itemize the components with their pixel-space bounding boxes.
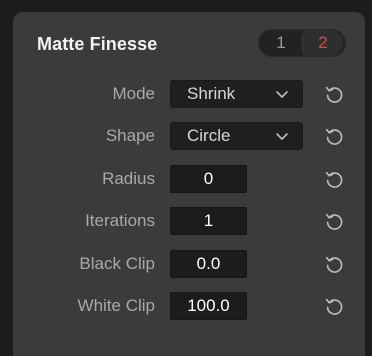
radius-label: Radius <box>102 169 155 188</box>
iterations-field[interactable]: 1 <box>170 207 247 235</box>
iterations-row: Iterations 1 <box>13 207 365 235</box>
page-switch: 1 2 <box>258 29 346 57</box>
black-clip-field[interactable]: 0.0 <box>170 250 247 278</box>
mode-reset-icon[interactable] <box>323 83 345 105</box>
matte-finesse-panel: Matte Finesse 1 2 Mode Shrink Shape Circ… <box>13 12 365 356</box>
chevron-down-icon <box>276 91 288 98</box>
mode-dropdown[interactable]: Shrink <box>170 80 303 108</box>
black-clip-reset-icon[interactable] <box>323 253 345 275</box>
white-clip-reset-icon[interactable] <box>323 295 345 317</box>
iterations-reset-icon[interactable] <box>323 210 345 232</box>
black-clip-row: Black Clip 0.0 <box>13 250 365 278</box>
shape-dropdown[interactable]: Circle <box>170 122 303 150</box>
black-clip-label: Black Clip <box>79 254 155 273</box>
mode-value: Shrink <box>187 84 236 103</box>
shape-row: Shape Circle <box>13 122 365 150</box>
white-clip-label: White Clip <box>77 296 155 315</box>
page-2-button[interactable]: 2 <box>303 30 343 56</box>
chevron-down-icon <box>276 133 288 140</box>
radius-row: Radius 0 <box>13 165 365 193</box>
shape-label: Shape <box>105 126 155 145</box>
mode-label: Mode <box>112 84 155 103</box>
radius-field[interactable]: 0 <box>170 165 247 193</box>
page-1-button[interactable]: 1 <box>261 30 301 56</box>
mode-row: Mode Shrink <box>13 80 365 108</box>
shape-value: Circle <box>187 126 231 145</box>
shape-reset-icon[interactable] <box>323 125 345 147</box>
white-clip-row: White Clip 100.0 <box>13 292 365 320</box>
iterations-label: Iterations <box>85 211 155 230</box>
white-clip-field[interactable]: 100.0 <box>170 292 247 320</box>
panel-title: Matte Finesse <box>37 34 158 54</box>
radius-reset-icon[interactable] <box>323 168 345 190</box>
